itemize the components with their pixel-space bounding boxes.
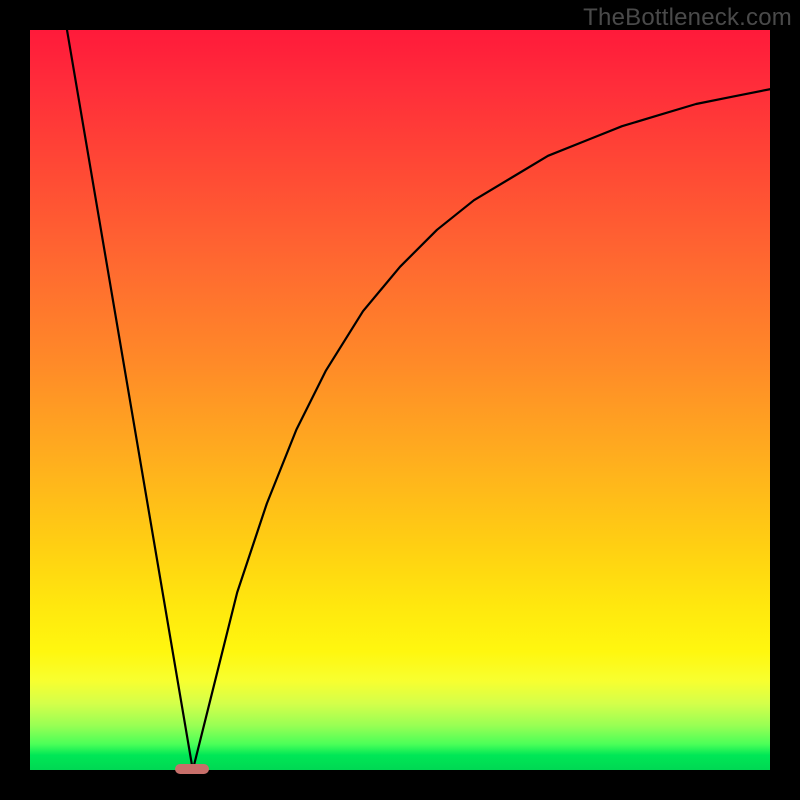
watermark-text: TheBottleneck.com xyxy=(583,4,792,32)
chart-curve xyxy=(30,30,770,770)
minimum-marker xyxy=(175,764,209,774)
chart-stage: TheBottleneck.com xyxy=(0,0,800,800)
curve-path xyxy=(67,30,770,770)
plot-area xyxy=(30,30,770,770)
